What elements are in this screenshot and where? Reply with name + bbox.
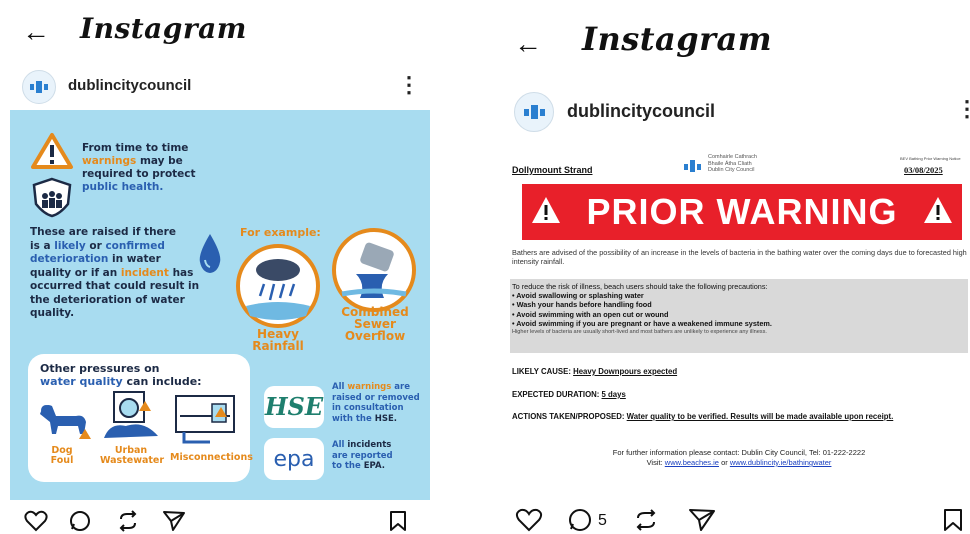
council-crest-icon — [684, 160, 701, 172]
for-example-label: For example: — [240, 226, 321, 239]
back-arrow-icon[interactable]: ← — [514, 30, 542, 58]
precaution-item: • Avoid swimming with an open cut or wou… — [512, 309, 669, 319]
misconnections-icon — [175, 395, 235, 444]
like-heart-icon[interactable] — [24, 510, 48, 532]
council-name: Comhairle Cathrach — [708, 154, 757, 160]
comment-count: 5 — [598, 512, 607, 529]
avatar[interactable] — [514, 92, 554, 132]
prior-warning-banner: PRIOR WARNING — [522, 184, 962, 240]
beaches-link[interactable]: www.beaches.ie — [665, 458, 719, 467]
share-send-icon[interactable] — [688, 508, 716, 532]
sewer-overflow-icon — [332, 228, 416, 312]
precaution-item: • Avoid swallowing or splashing water — [512, 291, 644, 301]
likely-cause-value: Heavy Downpours expected — [573, 367, 678, 376]
heavy-rainfall-icon — [236, 244, 320, 328]
duration-value: 5 days — [601, 390, 626, 399]
prior-warning-notice-image: Dollymount Strand Comhairle Cathrach Bha… — [508, 148, 970, 498]
more-options-icon[interactable]: ⋮ — [398, 72, 420, 98]
bookmark-icon[interactable] — [942, 508, 964, 532]
repost-icon[interactable] — [116, 510, 140, 532]
warning-triangle-icon — [31, 133, 73, 169]
hse-logo: HSE — [264, 386, 324, 428]
share-send-icon[interactable] — [162, 510, 186, 532]
actions-label: ACTIONS TAKEN/PROPOSED: — [512, 412, 625, 421]
warning-small-icon — [139, 401, 151, 411]
advice-text: Bathers are advised of the possibility o… — [512, 248, 967, 266]
council-logo-icon — [524, 105, 545, 119]
username[interactable]: dublincitycouncil — [567, 101, 715, 122]
council-logo-icon — [30, 81, 48, 93]
more-options-icon[interactable]: ⋮ — [956, 96, 970, 122]
bookmark-icon[interactable] — [388, 510, 408, 532]
banner-text: PRIOR WARNING — [586, 191, 898, 232]
notice-location: Dollymount Strand — [512, 165, 593, 175]
comment-icon[interactable] — [566, 508, 594, 532]
other-pressures-title: Other pressures on — [40, 362, 160, 375]
intro-public-health: public health. — [82, 181, 164, 193]
precautions-intro: To reduce the risk of illness, beach use… — [512, 282, 768, 291]
infographic-image: From time to time warnings may be requir… — [10, 110, 430, 500]
contact-text: For further information please contact: … — [612, 448, 866, 457]
precaution-item: • Avoid swimming if you are pregnant or … — [512, 318, 772, 328]
username[interactable]: dublincitycouncil — [68, 77, 191, 94]
public-health-shield-icon — [32, 177, 72, 218]
bacteria-note: Higher levels of bacteria are usually sh… — [512, 329, 767, 336]
like-heart-icon[interactable] — [515, 508, 543, 532]
intro-warnings: warnings — [82, 155, 137, 167]
duration-label: EXPECTED DURATION: — [512, 390, 600, 399]
epa-logo: epa — [264, 438, 324, 480]
intro-line-1: From time to time — [82, 142, 189, 154]
instagram-title: Instagram — [80, 12, 247, 45]
warning-small-icon — [79, 429, 91, 439]
urban-wastewater-icon — [104, 391, 158, 438]
actions-value: Water quality to be verified. Results wi… — [626, 412, 894, 421]
comment-icon[interactable] — [68, 510, 92, 532]
instagram-title: Instagram — [582, 20, 773, 58]
precaution-item: • Wash your hands before handling food — [512, 300, 652, 310]
water-drop-icon — [199, 234, 221, 273]
likely-cause-label: LIKELY CAUSE: — [512, 367, 571, 376]
misconnections-label: Misconnections — [170, 452, 253, 463]
avatar[interactable] — [22, 70, 56, 104]
repost-icon[interactable] — [632, 508, 660, 532]
warning-triangle-icon — [532, 197, 560, 223]
notice-date: 03/08/2025 — [904, 165, 943, 175]
notice-doc-type: BEV Bathing Prior Warning Notice — [900, 156, 961, 161]
warning-triangle-icon — [924, 197, 952, 223]
back-arrow-icon[interactable]: ← — [22, 18, 50, 46]
dublincity-link[interactable]: www.dublincity.ie/bathingwater — [730, 458, 832, 467]
warning-small-icon — [215, 407, 227, 417]
